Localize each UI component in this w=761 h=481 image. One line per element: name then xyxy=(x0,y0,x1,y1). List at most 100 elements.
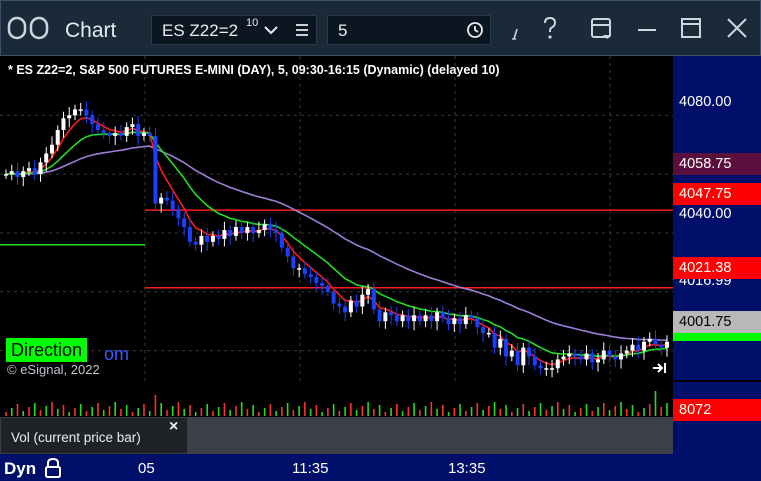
candle-body xyxy=(297,268,302,270)
volume-bar xyxy=(143,404,145,416)
time-axis[interactable]: Dyn 05 11:35 13:35 xyxy=(0,454,761,481)
minimize-icon[interactable] xyxy=(635,15,659,43)
scroll-to-end-icon[interactable] xyxy=(652,361,668,375)
maximize-icon[interactable] xyxy=(679,15,703,43)
candle-body xyxy=(498,338,503,348)
volume-bar xyxy=(246,409,249,416)
candle-body xyxy=(44,153,49,163)
candle-body xyxy=(452,318,457,325)
signal-marker xyxy=(673,333,761,341)
candle-body xyxy=(32,168,37,175)
volume-bar xyxy=(511,412,513,416)
candle-body xyxy=(95,124,100,130)
candle-body xyxy=(38,162,43,175)
candle-body xyxy=(308,274,313,278)
candle-body xyxy=(268,224,273,230)
candle-body xyxy=(354,300,359,307)
volume-bar xyxy=(252,405,254,416)
candle-body xyxy=(233,227,238,236)
price-chart[interactable] xyxy=(0,56,673,382)
candle-body xyxy=(371,288,376,310)
candle-body xyxy=(653,338,658,345)
clock-icon[interactable] xyxy=(466,21,484,39)
volume-bar xyxy=(160,403,162,416)
volume-bar xyxy=(275,411,277,416)
symbol-selector[interactable]: ES Z22=2 10 xyxy=(151,15,317,45)
volume-bar xyxy=(637,412,640,416)
candle-body xyxy=(590,353,595,363)
volume-bar xyxy=(442,405,444,416)
candle-body xyxy=(423,315,428,322)
direction-indicator[interactable]: Direction xyxy=(6,338,88,362)
volume-chart[interactable] xyxy=(0,382,673,418)
candle-body xyxy=(521,347,526,366)
volume-bar xyxy=(177,402,180,416)
candle-body xyxy=(101,130,106,133)
lock-icon[interactable] xyxy=(44,457,62,479)
draw-tool-icon[interactable] xyxy=(508,15,526,43)
candle-body xyxy=(262,224,267,230)
dynamic-mode-toggle[interactable]: Dyn xyxy=(4,459,36,479)
candle-body xyxy=(555,359,560,369)
candle-body xyxy=(383,312,388,322)
candle-body xyxy=(67,115,72,119)
volume-bar xyxy=(419,410,421,416)
volume-bar xyxy=(206,404,208,416)
candle-body xyxy=(222,230,227,239)
candle-body xyxy=(274,230,279,233)
volume-bar xyxy=(465,411,467,416)
candle-body xyxy=(504,338,509,357)
candle-body xyxy=(665,341,669,348)
candle-body xyxy=(187,227,192,242)
candle-body xyxy=(331,291,336,304)
candle-body xyxy=(486,332,491,335)
direction-link[interactable]: om xyxy=(104,344,129,365)
volume-bar xyxy=(5,412,7,416)
volume-bar xyxy=(131,412,134,416)
volume-bar xyxy=(263,408,266,416)
candle-body xyxy=(164,197,169,201)
chevron-down-icon[interactable] xyxy=(262,20,280,40)
volume-bar xyxy=(355,410,358,416)
close-icon[interactable] xyxy=(725,15,749,43)
volume-bar xyxy=(447,412,450,416)
menu-icon[interactable] xyxy=(294,21,310,39)
volume-bar xyxy=(453,408,456,416)
interval-selector[interactable]: 5 xyxy=(327,15,491,45)
volume-bar xyxy=(648,404,651,416)
volume-bar xyxy=(424,406,427,416)
candle-body xyxy=(596,359,601,363)
volume-bar xyxy=(166,410,168,416)
volume-bar xyxy=(45,406,48,416)
volume-bar xyxy=(631,405,634,416)
candle-body xyxy=(573,353,578,357)
volume-bar xyxy=(591,411,594,416)
candle-body xyxy=(176,209,181,219)
volume-bar xyxy=(102,410,105,416)
candle-body xyxy=(90,115,95,125)
candle-body xyxy=(26,168,31,172)
volume-bar xyxy=(68,412,71,416)
volume-bar xyxy=(79,404,82,416)
candle-body xyxy=(130,124,135,128)
price-tick: 4080.00 xyxy=(679,94,732,110)
volume-bar xyxy=(286,403,289,416)
close-study-icon[interactable]: × xyxy=(169,418,178,436)
candle-body xyxy=(193,241,198,245)
window-title: Chart xyxy=(65,19,117,42)
volume-bar xyxy=(482,410,484,416)
volume-bar xyxy=(108,406,111,416)
price-label-last-session: 4058.75 xyxy=(673,153,761,175)
help-icon[interactable] xyxy=(540,15,560,43)
candle-body xyxy=(182,218,187,228)
candle-body xyxy=(630,344,635,351)
interval-value: 5 xyxy=(338,21,348,40)
volume-bar xyxy=(240,402,243,416)
volume-bar xyxy=(120,409,122,416)
volume-study-label: Vol (current price bar) × xyxy=(0,417,188,454)
volume-bar xyxy=(298,406,300,416)
template-menu-icon[interactable] xyxy=(589,15,615,43)
price-tick: 4040.00 xyxy=(679,206,732,222)
volume-bar xyxy=(137,408,139,416)
candle-body xyxy=(561,356,566,360)
